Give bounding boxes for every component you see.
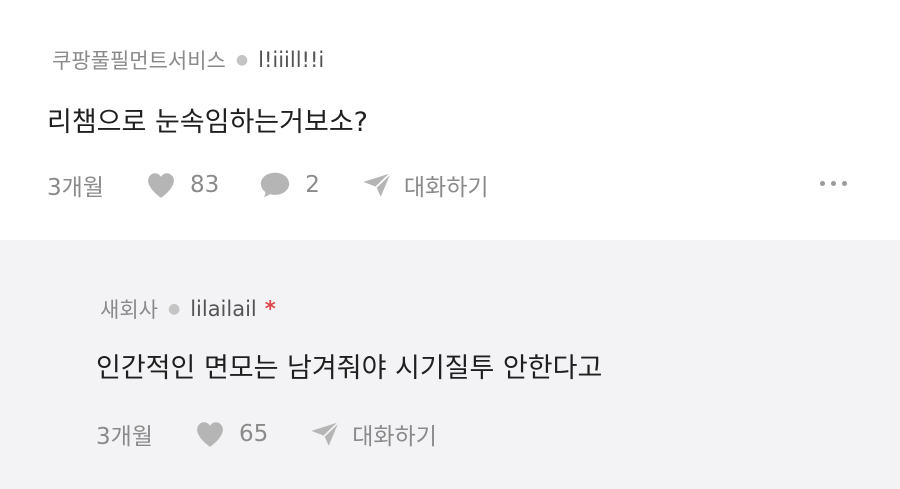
more-icon xyxy=(831,181,836,186)
company-name[interactable]: 쿠팡풀필먼트서비스 xyxy=(52,45,226,75)
conversation-button[interactable]: 대화하기 xyxy=(362,168,489,202)
comment-actions: 3개월 83 2 대화하기 xyxy=(47,168,489,202)
comment-text: 리챔으로 눈속임하는거보소? xyxy=(47,107,368,138)
comment-actions: 3개월 65 대화하기 xyxy=(96,417,437,451)
more-icon xyxy=(820,181,825,186)
reply-count-button[interactable]: 2 xyxy=(259,171,320,199)
reply-count: 2 xyxy=(305,172,320,198)
like-button[interactable]: 83 xyxy=(146,172,219,199)
paper-plane-icon xyxy=(362,172,392,198)
heart-icon xyxy=(195,421,225,448)
comment-meta: 쿠팡풀필먼트서비스 ● l!iiill!!i xyxy=(52,45,324,75)
like-button[interactable]: 65 xyxy=(195,421,268,448)
conversation-button[interactable]: 대화하기 xyxy=(310,417,437,451)
comment-time: 3개월 xyxy=(47,175,104,201)
separator-dot: ● xyxy=(235,52,249,68)
separator-dot: ● xyxy=(167,301,181,317)
like-count: 65 xyxy=(238,421,269,447)
comment-meta: 새회사 ● lilailail * xyxy=(100,294,276,324)
paper-plane-icon xyxy=(310,421,340,447)
comment-item: 쿠팡풀필먼트서비스 ● l!iiill!!i 리챔으로 눈속임하는거보소? 3개… xyxy=(0,0,900,240)
reply-item: 새회사 ● lilailail * 인간적인 면모는 남겨줘야 시기질투 안한다… xyxy=(0,240,900,489)
company-name[interactable]: 새회사 xyxy=(100,294,158,324)
like-count: 83 xyxy=(189,172,220,198)
speech-bubble-icon xyxy=(259,171,291,199)
more-icon xyxy=(842,181,847,186)
author-name[interactable]: lilailail xyxy=(190,297,257,321)
conversation-label: 대화하기 xyxy=(352,424,437,450)
heart-icon xyxy=(146,172,176,199)
author-name[interactable]: l!iiill!!i xyxy=(258,48,324,72)
comment-text: 인간적인 면모는 남겨줘야 시기질투 안한다고 xyxy=(96,353,603,384)
author-badge: * xyxy=(264,297,276,321)
more-options-button[interactable] xyxy=(820,181,847,186)
conversation-label: 대화하기 xyxy=(403,175,489,201)
comment-time: 3개월 xyxy=(96,424,153,450)
